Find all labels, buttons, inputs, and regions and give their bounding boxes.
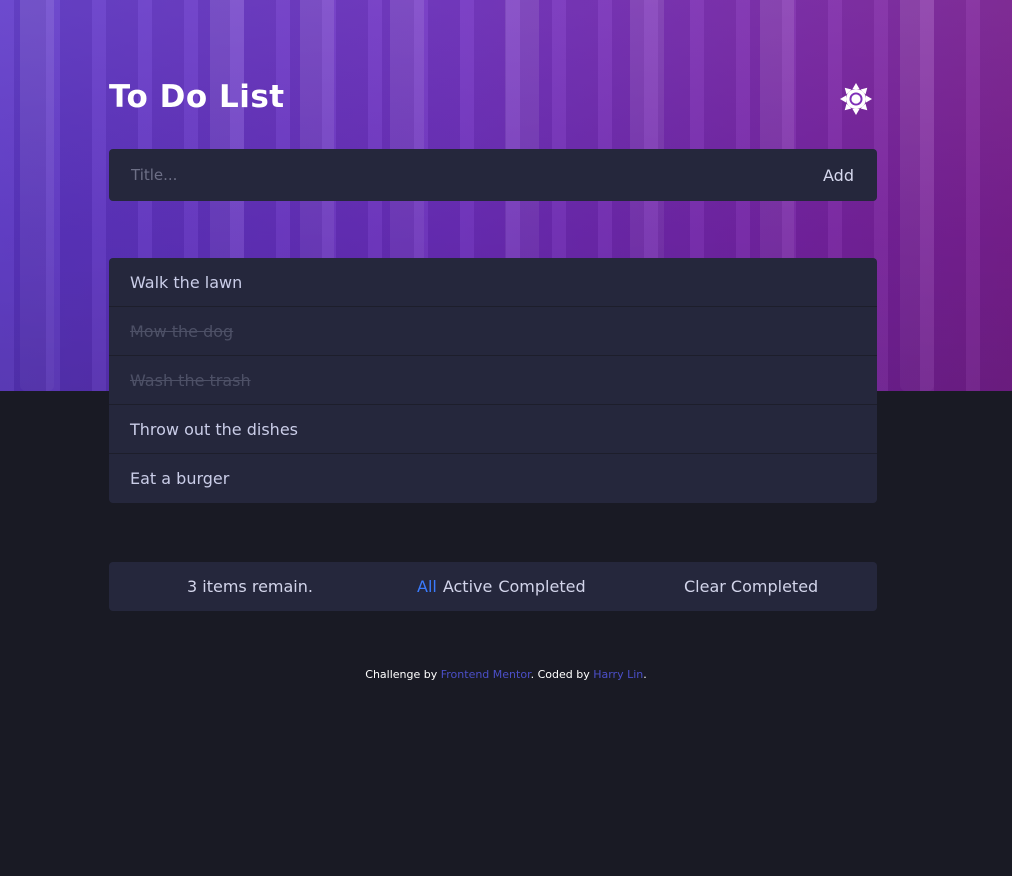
theme-toggle-button[interactable]	[838, 81, 874, 117]
filter-active[interactable]: Active	[443, 577, 493, 596]
sun-icon	[840, 83, 872, 115]
clear-completed-button[interactable]: Clear Completed	[684, 577, 818, 596]
todo-footer: 3 items remain. All Active Completed Cle…	[109, 562, 877, 611]
filter-completed[interactable]: Completed	[498, 577, 585, 596]
add-button[interactable]: Add	[823, 166, 854, 185]
background-pillar	[900, 0, 934, 391]
attribution-middle: . Coded by	[530, 668, 594, 681]
attribution: Challenge by Frontend Mentor. Coded by H…	[0, 668, 1012, 681]
title-input[interactable]	[131, 166, 824, 184]
todo-item[interactable]: Walk the lawn	[109, 258, 877, 307]
attribution-prefix: Challenge by	[365, 668, 441, 681]
filter-all[interactable]: All	[417, 577, 437, 596]
todo-item[interactable]: Eat a burger	[109, 454, 877, 503]
filter-group: All Active Completed	[417, 577, 586, 596]
page-title: To Do List	[109, 79, 285, 115]
attribution-suffix: .	[643, 668, 647, 681]
author-link[interactable]: Harry Lin	[593, 668, 643, 681]
frontend-mentor-link[interactable]: Frontend Mentor	[441, 668, 531, 681]
todo-item-completed[interactable]: Mow the dog	[109, 307, 877, 356]
add-todo-form: Add	[109, 149, 877, 201]
todo-item[interactable]: Throw out the dishes	[109, 405, 877, 454]
todo-item-completed[interactable]: Wash the trash	[109, 356, 877, 405]
todo-list: Walk the lawn Mow the dog Wash the trash…	[109, 258, 877, 503]
items-remaining: 3 items remain.	[187, 577, 313, 596]
background-pillar	[20, 0, 54, 391]
